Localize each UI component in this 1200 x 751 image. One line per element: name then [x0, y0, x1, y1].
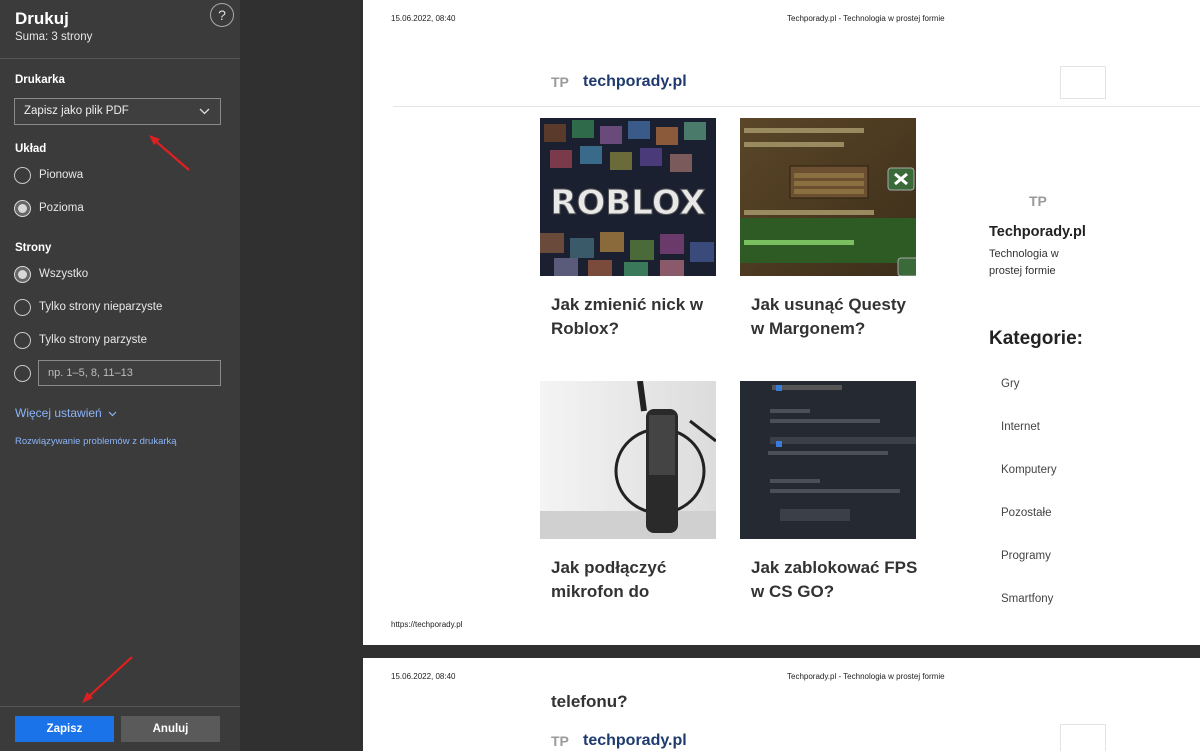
troubleshoot-link[interactable]: Rozwiązywanie problemów z drukarką	[15, 436, 177, 447]
radio-portrait[interactable]	[14, 166, 31, 184]
printer-select-value: Zapisz jako plik PDF	[24, 105, 129, 117]
radio-odd[interactable]	[14, 298, 31, 316]
category-item[interactable]: Komputery	[1001, 464, 1057, 476]
post-title-continuation: telefonu?	[551, 692, 628, 711]
layout-option-label: Pozioma	[39, 202, 84, 214]
radio-even[interactable]	[14, 331, 31, 349]
layout-option-label: Pionowa	[39, 169, 84, 181]
print-header-date: 15.06.2022, 08:40	[391, 672, 456, 681]
sidebar-logo-mark: TP	[1029, 193, 1047, 209]
save-button[interactable]: Zapisz	[15, 716, 114, 742]
printer-select[interactable]: Zapisz jako plik PDF	[14, 98, 221, 125]
category-item[interactable]: Smartfony	[1001, 593, 1053, 605]
header-line	[393, 106, 1200, 107]
pages-option-label: Tylko strony nieparzyste	[39, 301, 163, 313]
layout-option-portrait[interactable]: Pionowa	[14, 165, 83, 185]
chevron-down-icon	[108, 411, 117, 417]
post-title[interactable]: Jak zablokować FPS w CS GO?	[751, 556, 921, 604]
annotation-arrow-icon	[149, 135, 190, 171]
logo-mark: TP	[551, 74, 569, 90]
post-thumbnail-margonem	[740, 118, 916, 276]
divider	[0, 706, 240, 707]
print-header-site: Techporady.pl - Technologia w prostej fo…	[787, 672, 945, 681]
category-item[interactable]: Programy	[1001, 550, 1051, 562]
radio-all[interactable]	[14, 265, 31, 283]
post-title[interactable]: Jak podłączyć mikrofon do	[551, 556, 721, 604]
dialog-title: Drukuj	[15, 9, 69, 28]
category-item[interactable]: Internet	[1001, 421, 1040, 433]
pages-option-custom[interactable]	[14, 363, 31, 383]
more-settings-label: Więcej ustawień	[15, 406, 102, 420]
pages-option-label: Wszystko	[39, 268, 89, 280]
logo-name: techporady.pl	[583, 732, 687, 749]
pages-option-all[interactable]: Wszystko	[14, 264, 88, 284]
category-item[interactable]: Pozostałe	[1001, 507, 1052, 519]
help-icon[interactable]: ?	[210, 3, 234, 27]
page-range-input[interactable]	[38, 360, 221, 386]
category-item[interactable]: Gry	[1001, 378, 1020, 390]
chevron-down-icon	[199, 108, 210, 115]
pages-option-even[interactable]: Tylko strony parzyste	[14, 330, 147, 350]
cancel-button[interactable]: Anuluj	[121, 716, 220, 742]
annotation-arrow-icon	[82, 656, 133, 703]
pages-option-odd[interactable]: Tylko strony nieparzyste	[14, 297, 162, 317]
printer-label: Drukarka	[15, 74, 65, 86]
print-panel: Drukuj Suma: 3 strony ? Drukarka Zapisz …	[0, 0, 240, 751]
pages-option-label: Tylko strony parzyste	[39, 334, 148, 346]
header-box	[1060, 66, 1106, 99]
radio-custom[interactable]	[14, 364, 31, 382]
categories-heading: Kategorie:	[989, 328, 1083, 349]
post-title[interactable]: Jak usunąć Questy w Margonem?	[751, 293, 921, 341]
logo-name: techporady.pl	[583, 73, 687, 90]
pages-label: Strony	[15, 242, 52, 254]
more-settings-link[interactable]: Więcej ustawień	[15, 406, 117, 420]
header-box	[1060, 724, 1106, 751]
preview-page: 15.06.2022, 08:40 Techporady.pl - Techno…	[363, 0, 1200, 645]
post-thumbnail-roblox: ROBLOX	[540, 118, 716, 276]
post-title[interactable]: Jak zmienić nick w Roblox?	[551, 293, 721, 341]
print-preview[interactable]: 15.06.2022, 08:40 Techporady.pl - Techno…	[240, 0, 1200, 751]
post-thumbnail-microphone	[540, 381, 716, 539]
post-thumbnail-csgo	[740, 381, 916, 539]
print-footer-url: https://techporady.pl	[391, 620, 463, 629]
page-count: Suma: 3 strony	[15, 31, 93, 43]
preview-page: 15.06.2022, 08:40 Techporady.pl - Techno…	[363, 658, 1200, 751]
sidebar-site-name: Techporady.pl	[989, 224, 1086, 240]
sidebar-tagline: Technologia w prostej formie	[989, 248, 1059, 277]
radio-landscape[interactable]	[14, 199, 31, 217]
print-header-site: Techporady.pl - Technologia w prostej fo…	[787, 14, 945, 23]
layout-option-landscape[interactable]: Pozioma	[14, 198, 84, 218]
roblox-logo-text: ROBLOX	[550, 183, 705, 223]
divider	[0, 58, 240, 59]
logo-mark: TP	[551, 733, 569, 749]
print-header-date: 15.06.2022, 08:40	[391, 14, 456, 23]
layout-label: Układ	[15, 143, 47, 155]
